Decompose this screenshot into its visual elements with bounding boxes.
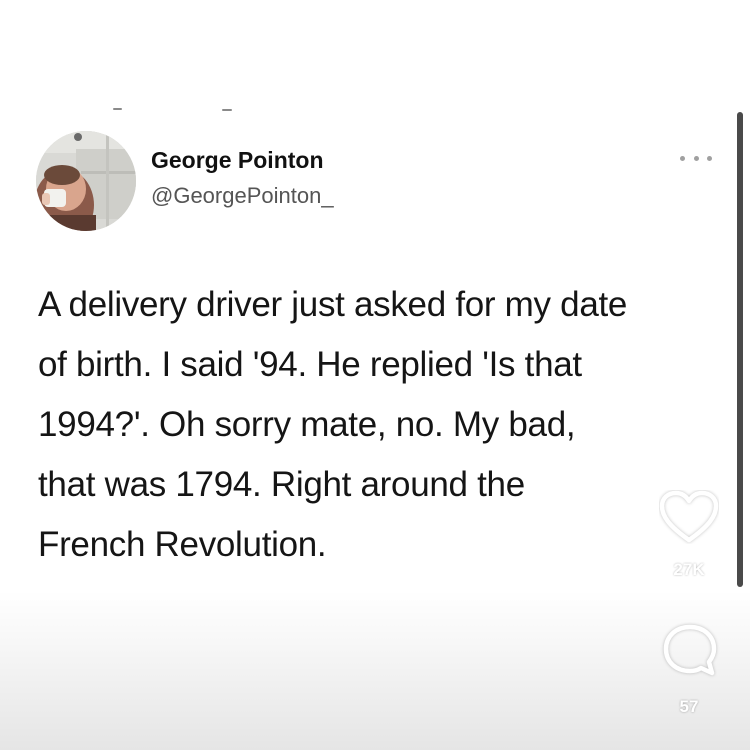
author-name[interactable]: George Pointon bbox=[151, 147, 324, 174]
tweet-text-line: French Revolution. bbox=[38, 525, 327, 564]
comment-icon bbox=[663, 624, 717, 676]
tweet-text-line: that was 1794. Right around the bbox=[38, 465, 525, 504]
more-horizontal-icon bbox=[680, 155, 685, 161]
more-options-button[interactable] bbox=[680, 148, 712, 168]
more-horizontal-icon bbox=[693, 155, 699, 161]
tweet-text-line: A delivery driver just asked for my date bbox=[38, 285, 628, 324]
tweet-text-line: 1994?'. Oh sorry mate, no. My bad, bbox=[38, 405, 576, 444]
tweet-text: A delivery driver just asked for my date… bbox=[38, 275, 698, 575]
tweet-card: George Pointon @GeorgePointon_ A deliver… bbox=[0, 0, 750, 750]
like-button[interactable] bbox=[659, 490, 719, 544]
avatar[interactable] bbox=[36, 131, 136, 231]
more-horizontal-icon bbox=[707, 155, 712, 161]
post-screen: George Pointon @GeorgePointon_ A deliver… bbox=[0, 0, 750, 750]
comment-button[interactable] bbox=[660, 622, 720, 680]
like-count: 27K bbox=[673, 560, 705, 579]
heart-icon bbox=[659, 490, 719, 543]
avatar-photo bbox=[36, 131, 136, 231]
author-handle[interactable]: @GeorgePointon_ bbox=[151, 183, 334, 209]
scrollbar[interactable] bbox=[737, 112, 743, 587]
tweet-text-line: of birth. I said '94. He replied 'Is tha… bbox=[38, 345, 582, 384]
comment-count: 57 bbox=[679, 697, 699, 716]
